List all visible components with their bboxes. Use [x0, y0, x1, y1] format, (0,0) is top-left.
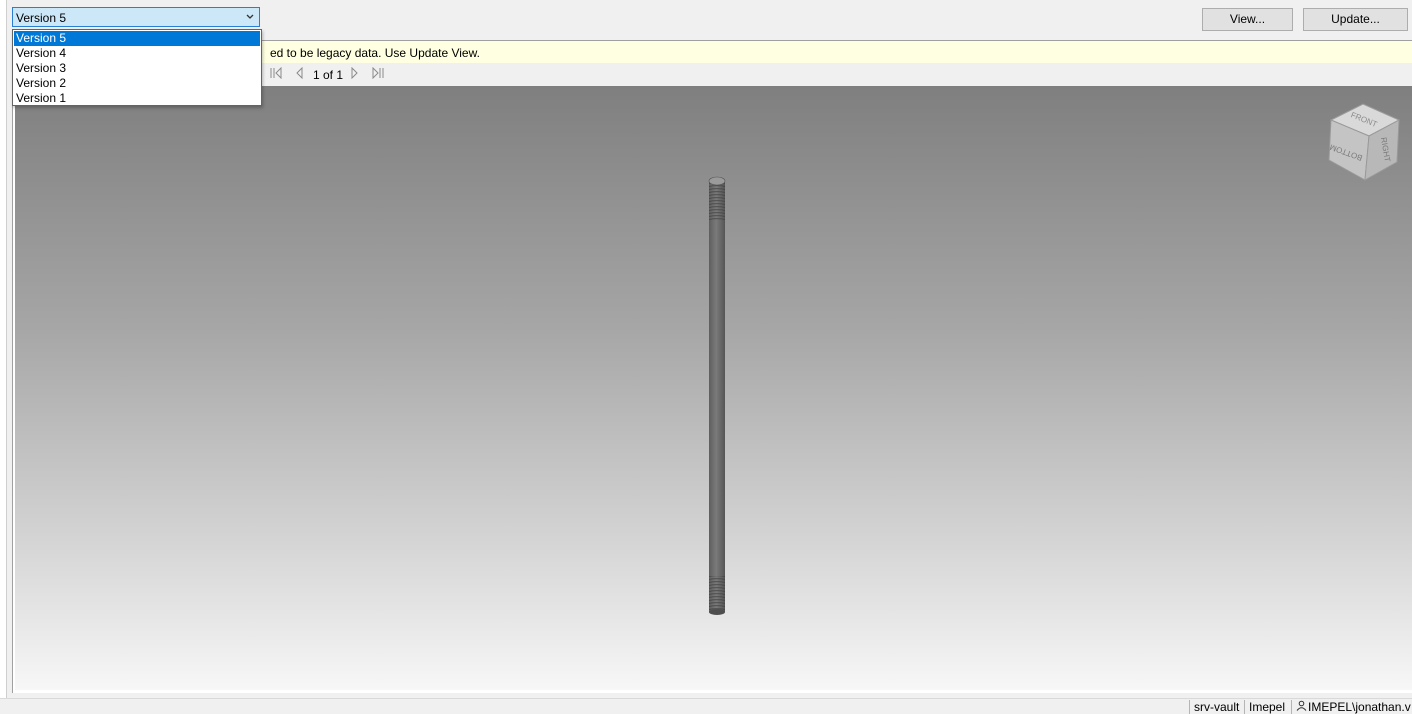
- version-option-2[interactable]: Version 2: [14, 76, 260, 91]
- status-user: IMEPEL\jonathan.v: [1291, 700, 1412, 714]
- version-select-value: Version 5: [16, 11, 67, 25]
- version-dropdown-list: Version 5 Version 4 Version 3 Version 2 …: [12, 29, 262, 106]
- window-left-border: [0, 0, 7, 700]
- threaded-rod-model: [708, 176, 726, 615]
- version-option-1[interactable]: Version 1: [14, 91, 260, 106]
- version-select[interactable]: Version 5: [12, 7, 260, 27]
- view-button[interactable]: View...: [1202, 8, 1293, 31]
- next-page-icon[interactable]: [350, 66, 360, 82]
- status-user-name: IMEPEL\jonathan.v: [1308, 700, 1411, 714]
- first-page-icon[interactable]: [269, 66, 283, 82]
- status-bar: srv-vault Imepel IMEPEL\jonathan.v: [0, 698, 1412, 714]
- chevron-down-icon[interactable]: [244, 10, 256, 24]
- version-option-5[interactable]: Version 5: [14, 31, 260, 46]
- 3d-viewport[interactable]: FRONT BOTTOM RIGHT: [15, 86, 1412, 690]
- status-vault: Imepel: [1244, 700, 1285, 714]
- info-message: ed to be legacy data. Use Update View.: [270, 46, 480, 60]
- last-page-icon[interactable]: [371, 66, 385, 82]
- status-server: srv-vault: [1189, 700, 1239, 714]
- version-option-4[interactable]: Version 4: [14, 46, 260, 61]
- version-option-3[interactable]: Version 3: [14, 61, 260, 76]
- page-indicator: 1 of 1: [313, 68, 344, 82]
- update-button[interactable]: Update...: [1303, 8, 1408, 31]
- user-icon: [1296, 700, 1308, 714]
- previous-page-icon[interactable]: [294, 66, 304, 82]
- viewcube-icon[interactable]: FRONT BOTTOM RIGHT: [1325, 102, 1401, 182]
